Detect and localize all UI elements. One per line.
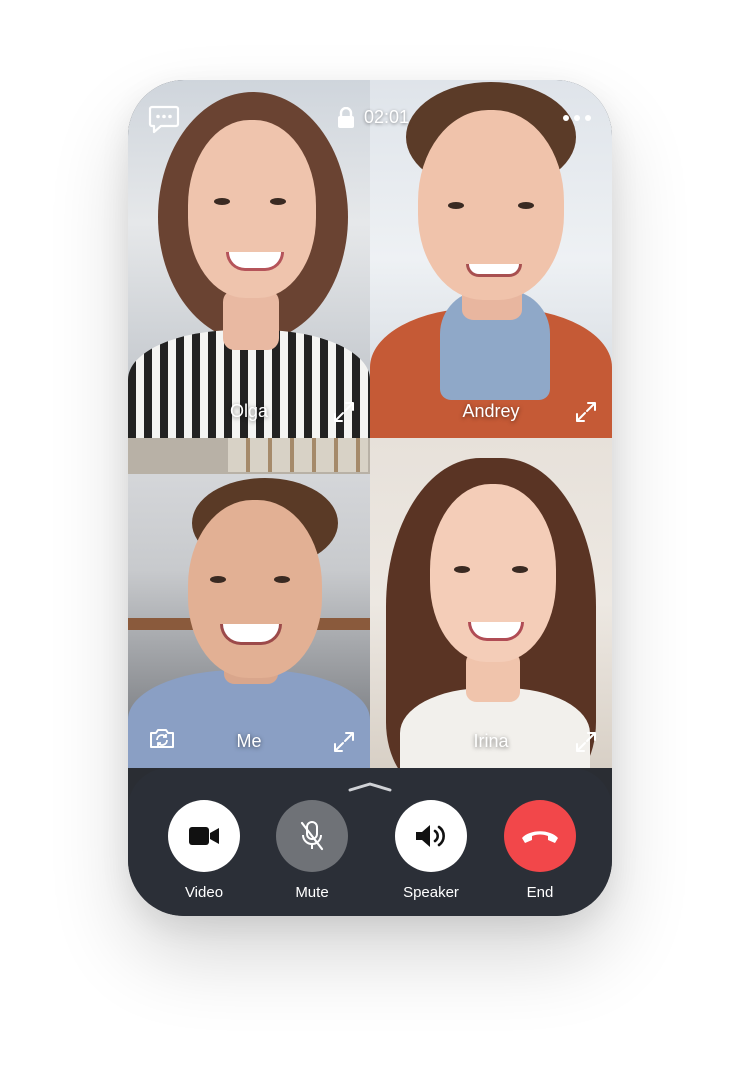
video-button[interactable]: [168, 800, 240, 872]
expand-icon[interactable]: [332, 730, 356, 754]
participant-tile-me[interactable]: Me: [128, 438, 370, 768]
expand-icon[interactable]: [574, 730, 598, 754]
speaker-control: Speaker: [391, 800, 471, 901]
participant-tile-irina[interactable]: Irina: [370, 438, 612, 768]
speaker-button[interactable]: [395, 800, 467, 872]
end-label: End: [526, 884, 554, 901]
more-icon[interactable]: [562, 114, 592, 122]
chat-icon[interactable]: [148, 104, 180, 134]
mute-control: Mute: [272, 800, 352, 901]
expand-icon[interactable]: [574, 400, 598, 424]
mute-label: Mute: [295, 884, 329, 901]
participant-grid: Olga Andrey Me Irina: [128, 80, 612, 800]
end-call-control: End: [500, 800, 580, 901]
microphone-muted-icon: [300, 821, 324, 851]
hang-up-icon: [522, 831, 558, 843]
call-timer: 02:01: [364, 107, 410, 127]
speaker-label: Speaker: [403, 884, 459, 901]
speaker-icon: [416, 825, 445, 847]
phone-frame: Olga Andrey Me Irina 02:01 Video Mute Sp…: [128, 80, 612, 916]
call-controls-panel: Video Mute Speaker End: [128, 768, 612, 916]
mute-button[interactable]: [276, 800, 348, 872]
video-label: Video: [184, 884, 224, 901]
end-call-button[interactable]: [504, 800, 576, 872]
expand-icon[interactable]: [332, 400, 356, 424]
video-control: Video: [164, 800, 244, 901]
video-camera-icon: [189, 827, 219, 845]
call-status-bar: 02:01: [128, 80, 612, 160]
panel-handle-icon[interactable]: [346, 782, 394, 792]
lock-icon: [338, 107, 354, 128]
